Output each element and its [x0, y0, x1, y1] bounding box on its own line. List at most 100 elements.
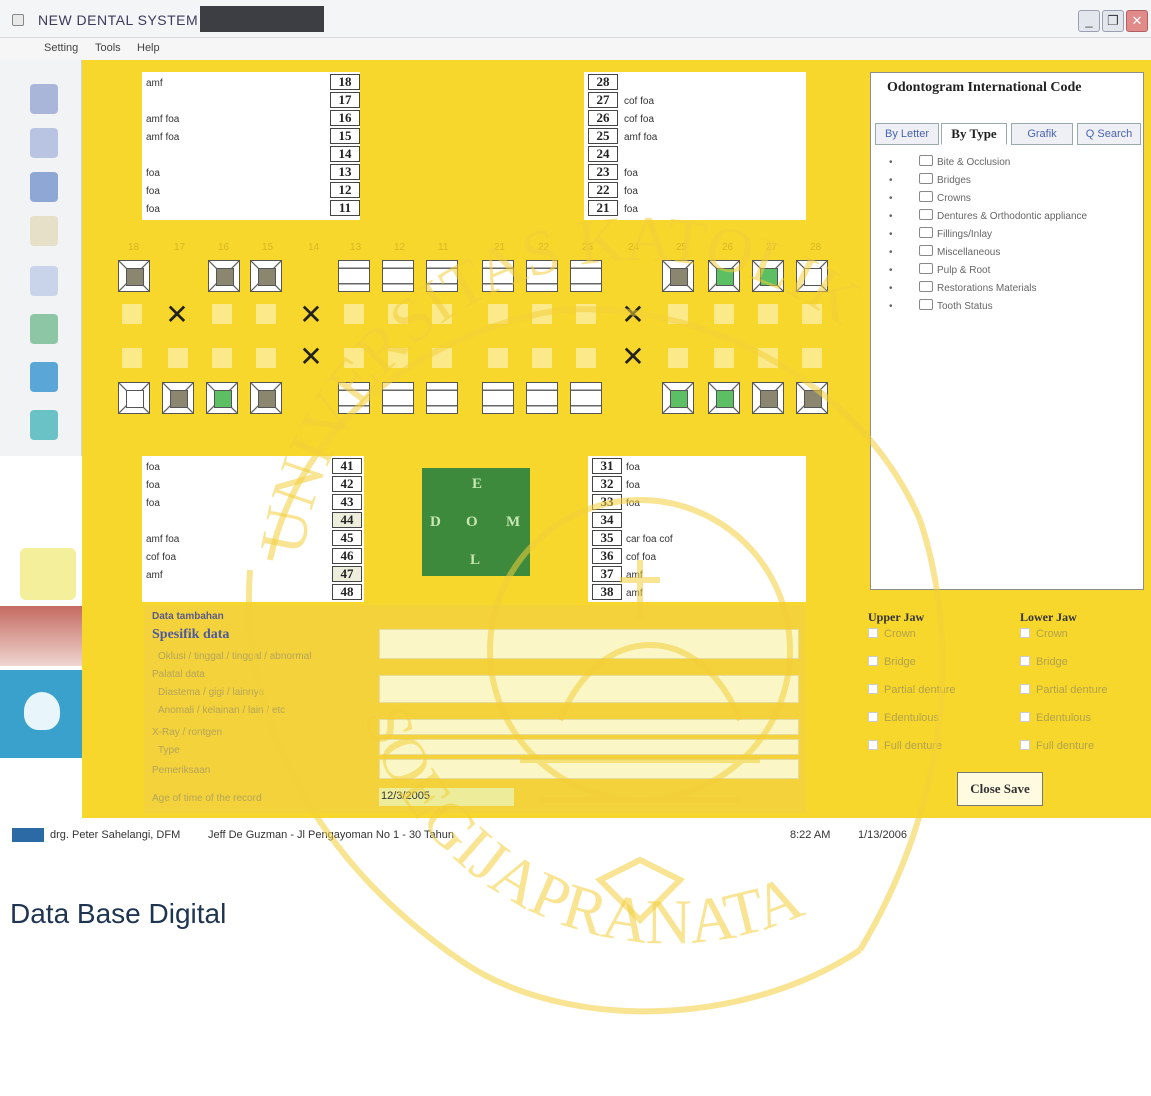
- tooth-diagram-13[interactable]: [338, 260, 370, 292]
- tooth-diagram-18[interactable]: [118, 260, 150, 292]
- tooth-diagram-22[interactable]: [526, 260, 558, 292]
- lower-jaw-bridge[interactable]: Bridge: [1020, 656, 1068, 668]
- tooth-diagram-43[interactable]: [338, 382, 370, 414]
- close-save-button[interactable]: Close Save: [957, 772, 1043, 806]
- tooth-number-14[interactable]: 14: [330, 146, 360, 162]
- tooth-number-43[interactable]: 43: [332, 494, 362, 510]
- tooth-number-31[interactable]: 31: [592, 458, 622, 474]
- toolbar-refresh-icon[interactable]: [30, 362, 58, 392]
- menu-setting[interactable]: Setting: [44, 42, 78, 54]
- tooth-diagram-26[interactable]: [708, 260, 740, 292]
- tooth-number-11[interactable]: 11: [330, 200, 360, 216]
- tree-item-bridges[interactable]: • Bridges: [889, 173, 971, 186]
- specific-data-field-3[interactable]: [379, 719, 799, 735]
- tree-item-pulp-root[interactable]: • Pulp & Root: [889, 263, 990, 276]
- tree-item-bite-occlusion[interactable]: • Bite & Occlusion: [889, 155, 1010, 168]
- lower-jaw-partial-denture[interactable]: Partial denture: [1020, 684, 1108, 696]
- tooth-diagram-37[interactable]: [752, 382, 784, 414]
- checkbox[interactable]: [1020, 684, 1030, 694]
- lower-jaw-crown[interactable]: Crown: [1020, 628, 1068, 640]
- tooth-diagram-23[interactable]: [570, 260, 602, 292]
- tooth-number-35[interactable]: 35: [592, 530, 622, 546]
- tooth-number-17[interactable]: 17: [330, 92, 360, 108]
- tooth-number-42[interactable]: 42: [332, 476, 362, 492]
- tooth-number-18[interactable]: 18: [330, 74, 360, 90]
- tab-q-search[interactable]: Q Search: [1077, 123, 1141, 145]
- checkbox[interactable]: [1020, 656, 1030, 666]
- tooth-number-25[interactable]: 25: [588, 128, 618, 144]
- tooth-number-33[interactable]: 33: [592, 494, 622, 510]
- upper-jaw-bridge[interactable]: Bridge: [868, 656, 916, 668]
- tooth-diagram-42[interactable]: [382, 382, 414, 414]
- tooth-diagram-31[interactable]: [482, 382, 514, 414]
- tooth-number-37[interactable]: 37: [592, 566, 622, 582]
- tooth-diagram-41[interactable]: [426, 382, 458, 414]
- tooth-diagram-27[interactable]: [752, 260, 784, 292]
- specific-data-field-1[interactable]: [379, 629, 799, 659]
- tooth-diagram-36[interactable]: [708, 382, 740, 414]
- tooth-number-15[interactable]: 15: [330, 128, 360, 144]
- toolbar-document-icon[interactable]: [30, 266, 58, 296]
- tree-item-fillings[interactable]: • Fillings/Inlay: [889, 227, 992, 240]
- tree-item-dentures[interactable]: • Dentures & Orthodontic appliance: [889, 209, 1087, 222]
- tooth-diagram-11[interactable]: [426, 260, 458, 292]
- toolbar-tool-icon[interactable]: [30, 216, 58, 246]
- lower-jaw-edentulous[interactable]: Edentulous: [1020, 712, 1091, 724]
- menu-tools[interactable]: Tools: [95, 42, 121, 54]
- upper-jaw-edentulous[interactable]: Edentulous: [868, 712, 939, 724]
- tooth-diagram-33[interactable]: [570, 382, 602, 414]
- tooth-diagram-25[interactable]: [662, 260, 694, 292]
- tooth-diagram-47[interactable]: [162, 382, 194, 414]
- tooth-number-28[interactable]: 28: [588, 74, 618, 90]
- tooth-number-16[interactable]: 16: [330, 110, 360, 126]
- tooth-number-41[interactable]: 41: [332, 458, 362, 474]
- specific-data-field-2[interactable]: [379, 675, 799, 703]
- tooth-number-32[interactable]: 32: [592, 476, 622, 492]
- checkbox[interactable]: [1020, 712, 1030, 722]
- restore-button[interactable]: ❐: [1102, 10, 1124, 32]
- tree-item-restorations[interactable]: • Restorations Materials: [889, 281, 1036, 294]
- tooth-diagram-16[interactable]: [208, 260, 240, 292]
- lower-jaw-full-denture[interactable]: Full denture: [1020, 740, 1094, 752]
- tooth-number-36[interactable]: 36: [592, 548, 622, 564]
- toolbar-edit-icon[interactable]: [30, 314, 58, 344]
- tooth-number-26[interactable]: 26: [588, 110, 618, 126]
- checkbox[interactable]: [868, 628, 878, 638]
- checkbox[interactable]: [1020, 628, 1030, 638]
- tab-by-type[interactable]: By Type: [941, 123, 1007, 145]
- upper-jaw-full-denture[interactable]: Full denture: [868, 740, 942, 752]
- tooth-diagram-48[interactable]: [118, 382, 150, 414]
- tooth-number-34[interactable]: 34: [592, 512, 622, 528]
- close-window-button[interactable]: ✕: [1126, 10, 1148, 32]
- tooth-number-23[interactable]: 23: [588, 164, 618, 180]
- checkbox[interactable]: [868, 656, 878, 666]
- tab-grafik[interactable]: Grafik: [1011, 123, 1073, 145]
- tab-by-letter[interactable]: By Letter: [875, 123, 939, 145]
- tooth-number-22[interactable]: 22: [588, 182, 618, 198]
- tooth-number-44[interactable]: 44: [332, 512, 362, 528]
- tooth-number-47[interactable]: 47: [332, 566, 362, 582]
- tooth-diagram-21[interactable]: [482, 260, 514, 292]
- toolbar-tooth-icon[interactable]: [30, 172, 58, 202]
- upper-jaw-crown[interactable]: Crown: [868, 628, 916, 640]
- tooth-number-27[interactable]: 27: [588, 92, 618, 108]
- tooth-diagram-45[interactable]: [250, 382, 282, 414]
- tooth-diagram-38[interactable]: [796, 382, 828, 414]
- tree-item-tooth-status[interactable]: • Tooth Status: [889, 299, 993, 312]
- tooth-diagram-32[interactable]: [526, 382, 558, 414]
- tooth-number-12[interactable]: 12: [330, 182, 360, 198]
- tooth-diagram-28[interactable]: [796, 260, 828, 292]
- toolbar-patient-icon[interactable]: [30, 84, 58, 114]
- tooth-number-38[interactable]: 38: [592, 584, 622, 600]
- tooth-diagram-46[interactable]: [206, 382, 238, 414]
- record-date-field[interactable]: 12/3/2005: [379, 788, 514, 806]
- checkbox[interactable]: [868, 712, 878, 722]
- tooth-number-45[interactable]: 45: [332, 530, 362, 546]
- checkbox[interactable]: [868, 740, 878, 750]
- menu-help[interactable]: Help: [137, 42, 160, 54]
- tree-item-crowns[interactable]: • Crowns: [889, 191, 971, 204]
- tooth-number-46[interactable]: 46: [332, 548, 362, 564]
- checkbox[interactable]: [868, 684, 878, 694]
- tree-item-miscellaneous[interactable]: • Miscellaneous: [889, 245, 1000, 258]
- specific-data-field-5[interactable]: [379, 759, 799, 779]
